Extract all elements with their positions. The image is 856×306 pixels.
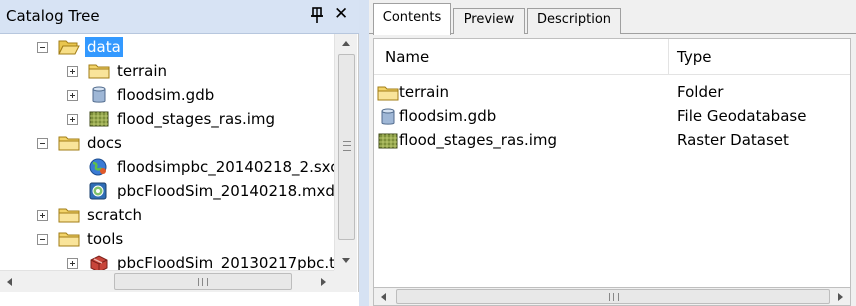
folder-icon — [58, 134, 80, 152]
scrollbar-thumb[interactable] — [114, 273, 292, 290]
tree-item-mxd[interactable]: pbcFloodSim_20140218.mxd — [88, 179, 334, 203]
panel-footer — [0, 292, 359, 306]
tree-item-toolbox[interactable]: pbcFloodSim_20130217pbc.t — [67, 251, 334, 270]
folder-icon — [88, 62, 110, 80]
folder-icon — [58, 230, 80, 248]
scroll-up-icon[interactable] — [335, 34, 358, 52]
tree-item-label: terrain — [117, 62, 168, 80]
toolbox-icon — [88, 254, 110, 270]
globe-document-icon — [88, 158, 110, 176]
raster-icon — [88, 110, 110, 128]
collapse-icon[interactable] — [37, 137, 48, 149]
tree-vertical-scrollbar[interactable] — [334, 34, 357, 270]
scroll-down-icon[interactable] — [335, 250, 358, 270]
tree-item-label: flood_stages_ras.img — [117, 110, 276, 128]
item-type: Folder — [677, 83, 724, 101]
expand-icon[interactable] — [67, 89, 78, 101]
scroll-left-icon[interactable] — [0, 271, 20, 293]
column-header-type[interactable]: Type — [677, 48, 711, 66]
tree-item-label: floodsimpbc_20140218_2.sxc — [117, 158, 334, 176]
expand-icon[interactable] — [67, 65, 78, 77]
catalog-tree-panel: Catalog Tree ✕ data terrain floodsim.gdb… — [0, 0, 359, 306]
folder-icon — [377, 84, 399, 102]
catalog-tree: data terrain floodsim.gdb flood_stages_r… — [0, 34, 334, 270]
scrollbar-corner — [334, 270, 357, 292]
collapse-icon[interactable] — [37, 41, 48, 53]
list-item[interactable]: terrain Folder — [374, 81, 850, 105]
tree-item-tools[interactable]: tools — [37, 227, 125, 251]
tree-item-terrain[interactable]: terrain — [67, 59, 169, 83]
item-name: flood_stages_ras.img — [399, 131, 558, 149]
tree-item-label: tools — [87, 230, 124, 248]
content-panel: Contents Preview Description Name Type t… — [369, 0, 856, 306]
collapse-icon[interactable] — [37, 233, 48, 245]
tree-item-label: scratch — [87, 206, 143, 224]
expand-icon[interactable] — [37, 209, 48, 221]
grip-icon — [198, 278, 208, 286]
pin-icon[interactable] — [310, 6, 324, 24]
catalog-tree-title-bar: Catalog Tree ✕ — [0, 0, 359, 34]
tab-strip: Contents Preview Description — [369, 0, 856, 35]
tree-item-floodsim-gdb[interactable]: floodsim.gdb — [67, 83, 216, 107]
tab-preview[interactable]: Preview — [453, 8, 525, 34]
item-name: terrain — [399, 83, 450, 101]
column-header-name[interactable]: Name — [385, 48, 429, 66]
grip-icon — [609, 293, 619, 301]
grip-icon — [343, 141, 351, 151]
scroll-right-icon[interactable] — [830, 288, 850, 305]
column-divider[interactable] — [668, 39, 669, 75]
contents-list: Name Type terrain Folder floodsim.gdb Fi… — [373, 38, 851, 288]
open-folder-icon — [58, 38, 80, 56]
tab-description[interactable]: Description — [527, 8, 621, 34]
tree-item-label: pbcFloodSim_20130217pbc.t — [117, 254, 334, 270]
item-type: File Geodatabase — [677, 107, 807, 125]
folder-icon — [58, 206, 80, 224]
tree-item-docs[interactable]: docs — [37, 131, 124, 155]
tree-item-data[interactable]: data — [37, 35, 123, 59]
tree-item-label: docs — [87, 134, 122, 152]
expand-icon[interactable] — [67, 113, 78, 125]
tree-item-scratch[interactable]: scratch — [37, 203, 144, 227]
geodatabase-icon — [88, 86, 110, 104]
list-header: Name Type — [374, 39, 850, 75]
map-document-icon — [88, 182, 110, 200]
tree-horizontal-scrollbar[interactable] — [0, 270, 334, 292]
item-type: Raster Dataset — [677, 131, 789, 149]
tree-item-label: floodsim.gdb — [117, 86, 215, 104]
tree-item-label: data — [85, 37, 123, 57]
catalog-tree-title: Catalog Tree — [6, 7, 100, 25]
scrollbar-thumb[interactable] — [396, 289, 830, 304]
contents-horizontal-scrollbar[interactable] — [373, 288, 851, 306]
scroll-left-icon[interactable] — [374, 288, 394, 305]
list-item[interactable]: flood_stages_ras.img Raster Dataset — [374, 129, 850, 153]
item-name: floodsim.gdb — [399, 107, 497, 125]
geodatabase-icon — [377, 108, 399, 126]
tree-item-sxc[interactable]: floodsimpbc_20140218_2.sxc — [88, 155, 334, 179]
raster-icon — [377, 132, 399, 150]
scroll-right-icon[interactable] — [312, 271, 334, 293]
tree-item-flood-stages-ras[interactable]: flood_stages_ras.img — [67, 107, 277, 131]
list-item[interactable]: floodsim.gdb File Geodatabase — [374, 105, 850, 129]
tab-contents[interactable]: Contents — [373, 3, 451, 35]
close-icon[interactable]: ✕ — [334, 4, 348, 24]
expand-icon[interactable] — [67, 257, 78, 269]
panel-splitter[interactable] — [359, 0, 369, 306]
scrollbar-thumb[interactable] — [338, 54, 355, 240]
tree-item-label: pbcFloodSim_20140218.mxd — [117, 182, 334, 200]
